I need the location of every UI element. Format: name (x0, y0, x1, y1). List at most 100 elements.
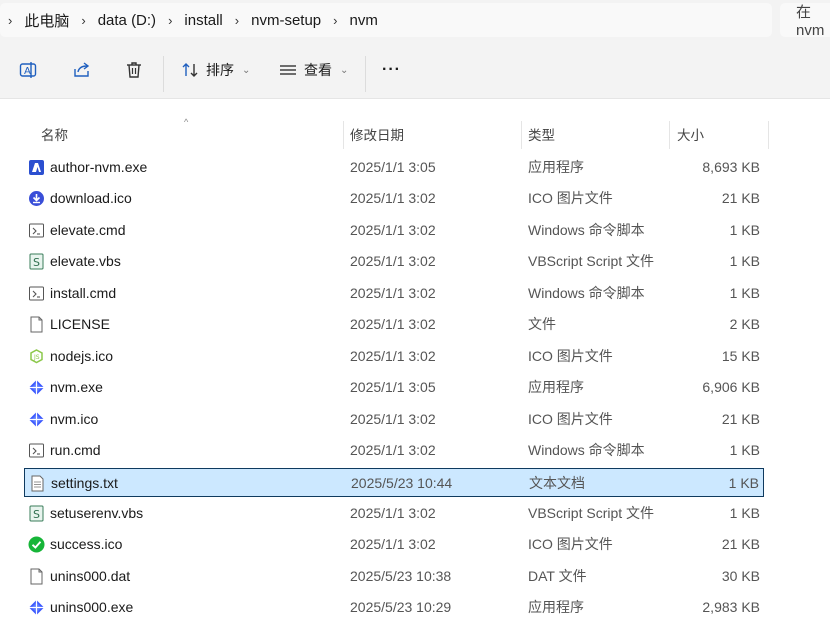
file-size: 30 KB (721, 567, 760, 584)
file-row[interactable]: Selevate.vbs 2025/1/1 3:02 VBScript Script… (24, 247, 764, 276)
chevron-down-icon: ⌄ (242, 64, 251, 76)
view-button[interactable]: 查看 ⌄ (278, 54, 348, 86)
vbs-script-icon: S (28, 505, 45, 522)
sort-icon (180, 60, 200, 80)
file-row[interactable]: run.cmd 2025/1/1 3:02 Windows 命令脚本 1 KB (24, 436, 764, 465)
file-type: 应用程序 (528, 599, 584, 616)
trash-icon (124, 60, 144, 80)
file-type: ICO 图片文件 (528, 190, 613, 207)
file-row[interactable]: install.cmd 2025/1/1 3:02 Windows 命令脚本 1 KB (24, 279, 764, 308)
toolbar-divider (365, 56, 366, 92)
file-row[interactable]: unins000.dat 2025/5/23 10:38 DAT 文件 30 KB (24, 562, 764, 591)
file-name: unins000.exe (50, 599, 134, 616)
file-type: ICO 图片文件 (528, 347, 613, 364)
file-type: 文件 (528, 316, 556, 333)
file-size: 8,693 KB (702, 159, 760, 175)
file-type: Windows 命令脚本 (528, 221, 645, 238)
view-label: 查看 (304, 62, 332, 78)
breadcrumb[interactable]: › 此电脑 › data (D:) › install › nvm-setup … (0, 3, 772, 37)
file-type: Windows 命令脚本 (528, 284, 645, 301)
file-date: 2025/1/1 3:02 (350, 504, 436, 521)
file-size: 21 KB (721, 410, 760, 427)
author-app-icon (28, 159, 45, 176)
breadcrumb-item[interactable]: 此电脑 (24, 10, 69, 31)
file-size: 21 KB (721, 536, 760, 553)
breadcrumb-item[interactable]: nvm (349, 12, 377, 29)
column-header-name[interactable]: 名称 (41, 121, 68, 147)
download-icon (28, 190, 45, 207)
share-button[interactable] (72, 54, 92, 86)
file-date: 2025/1/1 3:02 (350, 410, 436, 427)
file-row[interactable]: unins000.exe 2025/5/23 10:29 应用程序 2,983 KB (24, 593, 764, 622)
sort-button[interactable]: 排序 ⌄ (180, 54, 250, 86)
chevron-right-icon[interactable]: › (168, 13, 172, 28)
file-type: ICO 图片文件 (528, 410, 613, 427)
chevron-right-icon[interactable]: › (333, 13, 337, 28)
file-row[interactable]: Ssetuserenv.vbs 2025/1/1 3:02 VBScript Scr… (24, 499, 764, 528)
delete-button[interactable] (124, 54, 144, 86)
file-row[interactable]: nvm.exe 2025/1/1 3:05 应用程序 6,906 KB (24, 373, 764, 402)
file-size: 6,906 KB (702, 379, 760, 396)
search-input[interactable]: 在 nvm (780, 3, 830, 39)
chevron-right-icon[interactable]: › (81, 13, 85, 28)
column-divider[interactable] (343, 121, 344, 149)
column-divider[interactable] (521, 121, 522, 149)
vbs-script-icon: S (28, 253, 45, 270)
file-type: ICO 图片文件 (528, 536, 613, 553)
cmd-script-icon (28, 442, 45, 459)
svg-text:JS: JS (33, 354, 40, 361)
file-row[interactable]: author-nvm.exe 2025/1/1 3:05 应用程序 8,693 KB (24, 153, 764, 182)
file-date: 2025/5/23 10:44 (351, 474, 453, 491)
success-check-icon (28, 536, 45, 553)
column-divider[interactable] (669, 121, 670, 149)
file-name: download.ico (50, 190, 132, 207)
file-name: install.cmd (50, 284, 117, 301)
file-size: 1 KB (729, 504, 760, 521)
file-size: 2 KB (729, 316, 760, 333)
svg-text:S: S (33, 256, 40, 269)
command-bar: A 排序 ⌄ 查看 ⌄ ··· (0, 42, 830, 99)
column-header-size[interactable]: 大小 (677, 121, 704, 147)
file-row[interactable]: download.ico 2025/1/1 3:02 ICO 图片文件 21 KB (24, 184, 764, 213)
cmd-script-icon (28, 222, 45, 239)
file-name: author-nvm.exe (50, 159, 148, 175)
column-header-type[interactable]: 类型 (528, 121, 555, 147)
rename-button[interactable]: A (18, 54, 38, 86)
column-divider[interactable] (768, 121, 769, 149)
file-name: nvm.exe (50, 379, 103, 396)
breadcrumb-item[interactable]: nvm-setup (251, 12, 321, 29)
file-name: elevate.cmd (50, 221, 126, 238)
file-name: success.ico (50, 536, 123, 553)
chevron-right-icon[interactable]: › (8, 13, 12, 28)
file-row[interactable]: JS nodejs.ico 2025/1/1 3:02 ICO 图片文件 15 KB (24, 342, 764, 371)
file-row[interactable]: settings.txt 2025/5/23 10:44 文本文档 1 KB (24, 467, 764, 497)
column-header-date[interactable]: 修改日期 (350, 121, 404, 147)
file-date: 2025/1/1 3:02 (350, 284, 436, 301)
file-row[interactable]: nvm.ico 2025/1/1 3:02 ICO 图片文件 21 KB (24, 405, 764, 434)
file-date: 2025/5/23 10:38 (350, 567, 452, 584)
text-file-icon (29, 475, 46, 492)
file-date: 2025/1/1 3:02 (350, 536, 436, 553)
file-type: 应用程序 (528, 159, 584, 175)
breadcrumb-item[interactable]: install (184, 12, 222, 29)
file-name: nodejs.ico (50, 347, 114, 364)
file-date: 2025/1/1 3:02 (350, 221, 436, 238)
file-date: 2025/1/1 3:02 (350, 347, 436, 364)
more-options-button[interactable]: ··· (382, 54, 401, 86)
file-row[interactable]: LICENSE 2025/1/1 3:02 文件 2 KB (24, 310, 764, 339)
chevron-right-icon[interactable]: › (235, 13, 239, 28)
file-size: 15 KB (721, 347, 760, 364)
rename-icon: A (18, 60, 38, 80)
file-size: 1 KB (729, 442, 760, 459)
address-bar: › 此电脑 › data (D:) › install › nvm-setup … (0, 0, 830, 42)
file-row[interactable]: elevate.cmd 2025/1/1 3:02 Windows 命令脚本 1 KB (24, 216, 764, 245)
cmd-script-icon (28, 285, 45, 302)
view-list-icon (278, 60, 298, 80)
breadcrumb-item[interactable]: data (D:) (98, 12, 156, 29)
file-name: LICENSE (50, 316, 110, 333)
nvm-app-icon (28, 599, 45, 616)
file-row[interactable]: success.ico 2025/1/1 3:02 ICO 图片文件 21 KB (24, 530, 764, 559)
sort-label: 排序 (206, 62, 234, 78)
file-size: 1 KB (728, 474, 759, 491)
nvm-app-icon (28, 411, 45, 428)
